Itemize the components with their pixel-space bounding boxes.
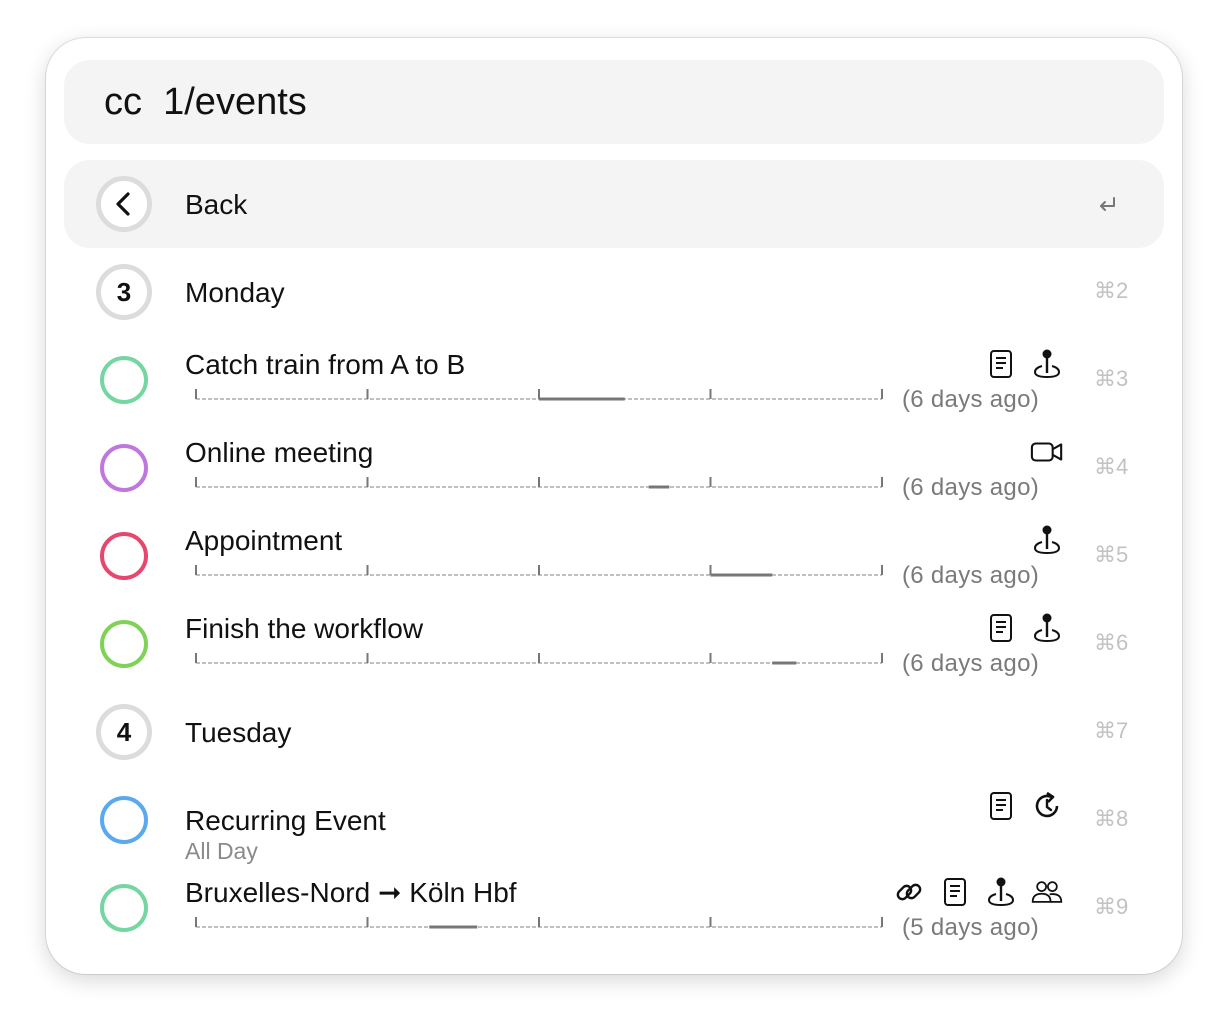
- event-relative-time: (6 days ago): [902, 474, 1040, 501]
- launcher-panel: Back 3 Monday ⌘2 Catch train from A to B (6 …: [46, 38, 1182, 974]
- keyboard-shortcut: ⌘5: [1094, 542, 1129, 567]
- event-title: Bruxelles-Nord ➞ Köln Hbf: [185, 877, 517, 908]
- event-status-circle[interactable]: [100, 356, 148, 404]
- keyboard-shortcut: ⌘6: [1094, 630, 1129, 655]
- location-pin-icon: [1030, 523, 1064, 557]
- search-input[interactable]: [104, 74, 1104, 130]
- keyboard-shortcut: ⌘7: [1094, 718, 1129, 743]
- event-timeline: [194, 472, 884, 499]
- link-icon: [892, 875, 926, 909]
- day-label: Tuesday: [185, 717, 292, 748]
- people-icon: [1030, 875, 1064, 909]
- day-number-badge: 3: [96, 264, 152, 320]
- location-pin-icon: [1030, 347, 1064, 381]
- event-icons: [984, 788, 1064, 824]
- return-icon: [1100, 197, 1115, 211]
- location-pin-icon: [1030, 611, 1064, 645]
- event-icons: [984, 346, 1064, 382]
- day-timeline: [195, 477, 883, 489]
- event-subtitle: All Day: [185, 838, 258, 864]
- event-row[interactable]: Online meeting (6 days ago) ⌘4: [64, 424, 1164, 512]
- event-icons: [1030, 434, 1064, 470]
- event-status-circle[interactable]: [100, 796, 148, 844]
- day-label: Monday: [185, 277, 285, 308]
- event-relative-time: (6 days ago): [902, 650, 1040, 677]
- event-relative-time: (6 days ago): [902, 562, 1040, 589]
- keyboard-shortcut: ⌘2: [1094, 278, 1129, 303]
- event-title: Catch train from A to B: [185, 349, 466, 380]
- keyboard-shortcut: ⌘4: [1094, 454, 1129, 479]
- back-label: Back: [185, 189, 248, 220]
- keyboard-shortcut: ⌘3: [1094, 366, 1129, 391]
- event-status-circle[interactable]: [100, 884, 148, 932]
- day-header-row[interactable]: 4 Tuesday ⌘7: [64, 688, 1164, 776]
- event-title: Online meeting: [185, 437, 374, 468]
- day-timeline: [195, 917, 883, 929]
- event-row[interactable]: Bruxelles-Nord ➞ Köln Hbf (5 days ago) ⌘9: [64, 864, 1164, 952]
- note-icon: [938, 875, 972, 909]
- note-icon: [984, 789, 1018, 823]
- event-title: Recurring Event: [185, 805, 386, 836]
- event-icons: [892, 874, 1064, 910]
- event-relative-time: (6 days ago): [902, 386, 1040, 413]
- note-icon: [984, 347, 1018, 381]
- recurring-icon: [1030, 789, 1064, 823]
- search-bar[interactable]: [64, 60, 1164, 144]
- keyboard-shortcut: ⌘8: [1094, 806, 1129, 831]
- event-row[interactable]: Catch train from A to B (6 days ago) ⌘3: [64, 336, 1164, 424]
- day-timeline: [195, 389, 883, 401]
- event-icons: [984, 610, 1064, 646]
- day-header-row[interactable]: 3 Monday ⌘2: [64, 248, 1164, 336]
- event-status-circle[interactable]: [100, 620, 148, 668]
- event-timeline: [194, 560, 884, 587]
- day-timeline: [195, 565, 883, 577]
- chevron-left-icon: [116, 192, 130, 216]
- back-row[interactable]: Back: [64, 160, 1164, 248]
- event-relative-time: (5 days ago): [902, 914, 1040, 941]
- day-number-badge: 4: [96, 704, 152, 760]
- event-status-circle[interactable]: [100, 444, 148, 492]
- event-title: Finish the workflow: [185, 613, 424, 644]
- event-row[interactable]: Recurring Event All Day ⌘8: [64, 776, 1164, 864]
- event-timeline: [194, 912, 884, 939]
- video-camera-icon: [1030, 435, 1064, 469]
- event-row[interactable]: Appointment (6 days ago) ⌘5: [64, 512, 1164, 600]
- event-icons: [1030, 522, 1064, 558]
- keyboard-shortcut: ⌘9: [1094, 894, 1129, 919]
- event-title: Appointment: [185, 525, 343, 556]
- event-timeline: [194, 648, 884, 675]
- location-pin-icon: [984, 875, 1018, 909]
- day-timeline: [195, 653, 883, 665]
- event-row[interactable]: Finish the workflow (6 days ago) ⌘6: [64, 600, 1164, 688]
- event-status-circle[interactable]: [100, 532, 148, 580]
- back-button[interactable]: [96, 176, 152, 232]
- note-icon: [984, 611, 1018, 645]
- event-timeline: [194, 384, 884, 411]
